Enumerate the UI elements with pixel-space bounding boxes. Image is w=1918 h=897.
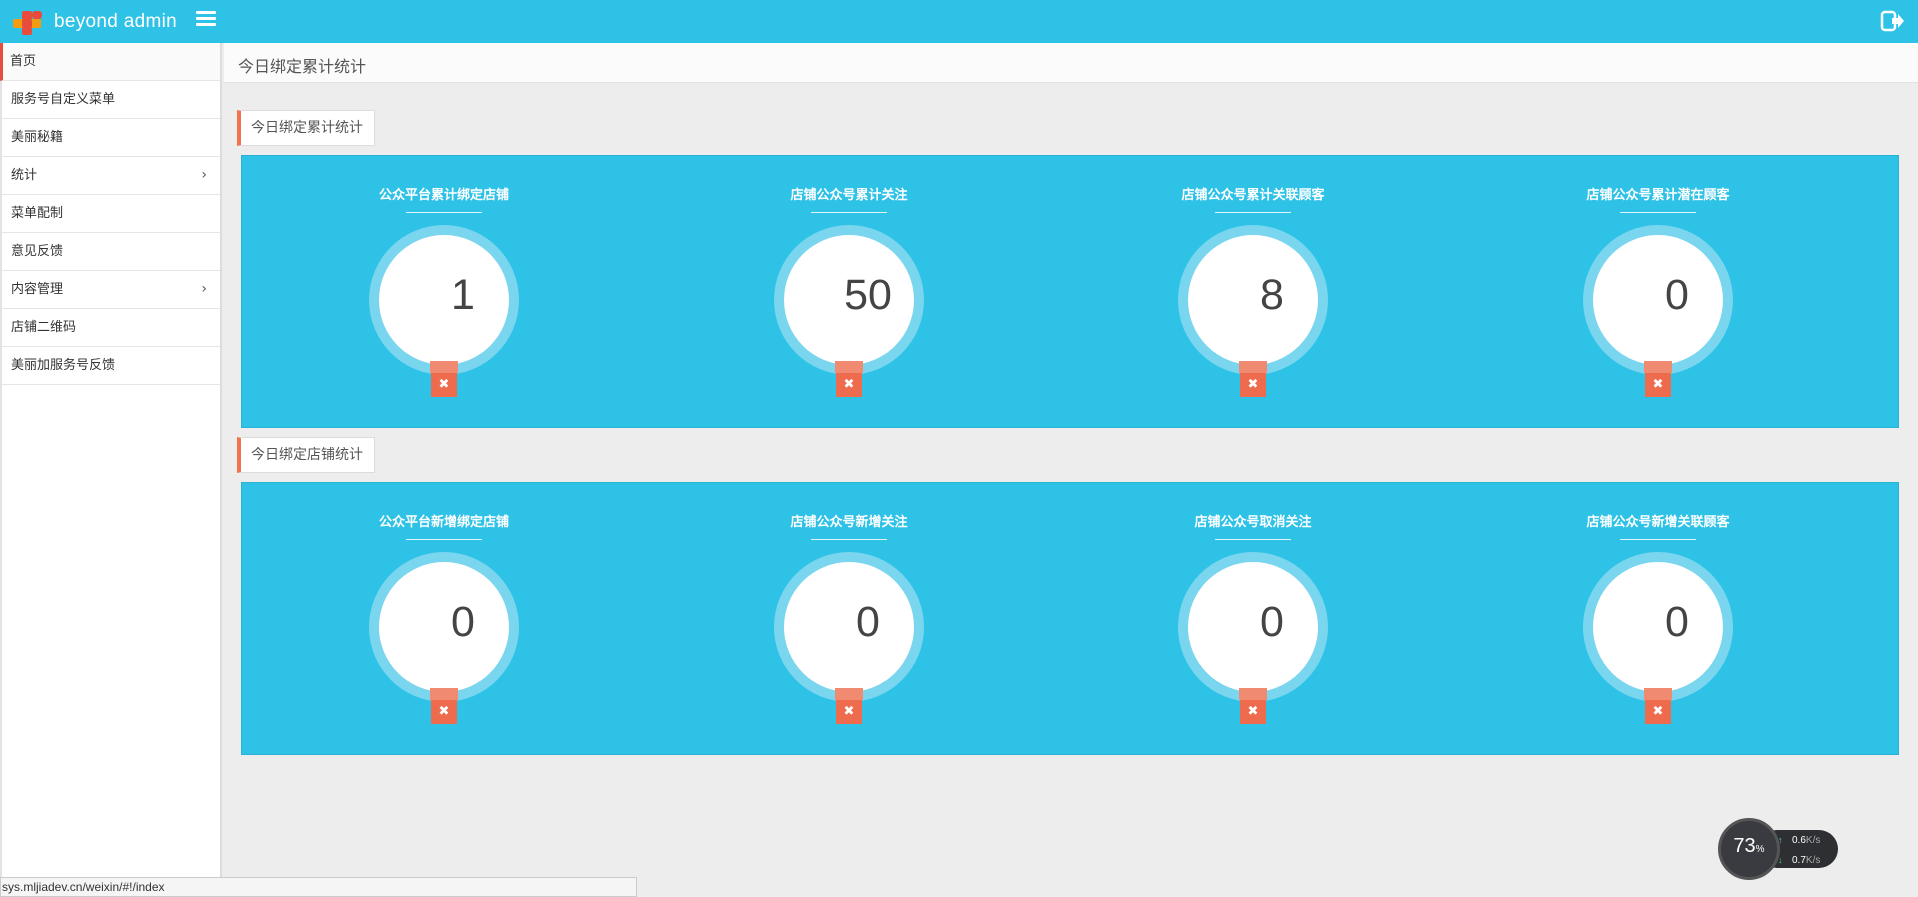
brand-name: beyond admin: [54, 10, 177, 32]
stat-ring: 0: [369, 552, 519, 702]
stat-card: 店铺公众号累计关联顾客 8 ✖: [1051, 156, 1455, 429]
stat-card: 公众平台新增绑定店铺 0 ✖: [242, 483, 646, 756]
stat-label: 店铺公众号新增关注: [790, 515, 908, 530]
divider: [1620, 212, 1696, 213]
sidebar-item-menu-config[interactable]: 菜单配制: [2, 195, 220, 233]
stat-card: 店铺公众号累计关注 50 ✖: [647, 156, 1051, 429]
divider: [406, 539, 482, 540]
menu-toggle-icon[interactable]: [196, 11, 216, 31]
stats-panel-store: 公众平台新增绑定店铺 0 ✖ 店铺公众号新增关注 0 ✖ 店铺公众号取消关注 0…: [241, 482, 1899, 755]
stat-value: 0: [856, 598, 880, 646]
stat-value: 0: [1665, 271, 1689, 319]
stat-card: 店铺公众号取消关注 0 ✖: [1051, 483, 1455, 756]
sidebar-item-label: 服务号自定义菜单: [11, 92, 116, 107]
stat-label: 店铺公众号累计潜在顾客: [1586, 188, 1730, 203]
download-speed: ↓ 0.7K/s: [1778, 855, 1821, 866]
stat-label: 公众平台新增绑定店铺: [378, 515, 509, 530]
stat-value: 1: [451, 271, 475, 319]
cpu-gauge: 73%: [1718, 818, 1780, 880]
stat-value: 0: [451, 598, 475, 646]
close-icon[interactable]: ✖: [1645, 373, 1671, 397]
chevron-right-icon: ›: [201, 281, 207, 297]
divider: [406, 212, 482, 213]
sidebar: 首页 服务号自定义菜单 美丽秘籍 统计 › 菜单配制 意见反馈 内容管理 › 店铺二…: [0, 43, 222, 897]
stat-ring: 0: [1583, 225, 1733, 375]
sidebar-item-content-management[interactable]: 内容管理 ›: [2, 271, 220, 309]
brand-logo-link[interactable]: beyond admin: [10, 5, 177, 38]
stat-value: 0: [1260, 598, 1284, 646]
plus-logo-icon: [10, 7, 46, 37]
stat-ring: 50: [774, 225, 924, 375]
stat-card: 店铺公众号累计潜在顾客 0 ✖: [1456, 156, 1860, 429]
sidebar-item-beauty-tips[interactable]: 美丽秘籍: [2, 119, 220, 157]
stat-ring: 1: [369, 225, 519, 375]
upload-speed: ↑ 0.6K/s: [1778, 835, 1821, 846]
stat-card: 公众平台累计绑定店铺 1 ✖: [242, 156, 646, 429]
close-icon[interactable]: ✖: [836, 700, 862, 724]
sidebar-item-label: 首页: [10, 54, 37, 69]
stat-value: 8: [1260, 271, 1284, 319]
sidebar-item-service-menu[interactable]: 服务号自定义菜单: [2, 81, 220, 119]
stat-value: 0: [1665, 598, 1689, 646]
sidebar-item-store-qrcode[interactable]: 店铺二维码: [2, 309, 220, 347]
divider: [1215, 212, 1291, 213]
sidebar-item-label: 内容管理: [11, 282, 64, 297]
stats-panel-cumulative: 公众平台累计绑定店铺 1 ✖ 店铺公众号累计关注 50 ✖ 店铺公众号累计关联顾…: [241, 155, 1899, 428]
divider: [1215, 539, 1291, 540]
sidebar-item-feedback[interactable]: 意见反馈: [2, 233, 220, 271]
divider: [1620, 539, 1696, 540]
stat-ring: 0: [1178, 552, 1328, 702]
stat-card: 店铺公众号新增关注 0 ✖: [647, 483, 1051, 756]
sidebar-item-service-feedback[interactable]: 美丽加服务号反馈: [2, 347, 220, 385]
stat-ring: 8: [1178, 225, 1328, 375]
stat-label: 公众平台累计绑定店铺: [378, 188, 509, 203]
divider: [811, 212, 887, 213]
section-tab-cumulative[interactable]: 今日绑定累计统计: [237, 110, 375, 146]
stat-label: 店铺公众号取消关注: [1194, 515, 1312, 530]
section-tab-label: 今日绑定累计统计: [251, 120, 363, 136]
stat-card: 店铺公众号新增关联顾客 0 ✖: [1456, 483, 1860, 756]
logout-icon[interactable]: [1880, 9, 1904, 33]
top-navbar: beyond admin: [0, 0, 1918, 43]
stat-label: 店铺公众号累计关联顾客: [1181, 188, 1325, 203]
close-icon[interactable]: ✖: [431, 373, 457, 397]
sidebar-item-label: 菜单配制: [11, 206, 64, 221]
sidebar-item-label: 美丽加服务号反馈: [11, 358, 116, 373]
close-icon[interactable]: ✖: [1240, 373, 1266, 397]
page-title: 今日绑定累计统计: [238, 57, 367, 76]
status-bar-url: sys.mljiadev.cn/weixin/#!/index: [0, 877, 637, 897]
chevron-right-icon: ›: [201, 167, 207, 183]
divider: [811, 539, 887, 540]
sidebar-item-label: 意见反馈: [11, 244, 64, 259]
page-header: 今日绑定累计统计: [224, 43, 1918, 83]
cpu-percent: 73: [1733, 835, 1756, 857]
close-icon[interactable]: ✖: [1645, 700, 1671, 724]
sidebar-item-statistics[interactable]: 统计 ›: [2, 157, 220, 195]
sidebar-item-home[interactable]: 首页: [0, 43, 220, 81]
close-icon[interactable]: ✖: [431, 700, 457, 724]
stat-label: 店铺公众号新增关联顾客: [1586, 515, 1730, 530]
net-speed-widget[interactable]: 73% ↑ 0.6K/s ↓ 0.7K/s: [1718, 818, 1840, 880]
sidebar-item-label: 美丽秘籍: [11, 130, 64, 145]
stat-label: 店铺公众号累计关注: [790, 188, 908, 203]
close-icon[interactable]: ✖: [1240, 700, 1266, 724]
section-tab-label: 今日绑定店铺统计: [251, 447, 363, 463]
stat-ring: 0: [774, 552, 924, 702]
arrow-up-icon: ↑: [1778, 835, 1783, 845]
stat-value: 50: [844, 271, 892, 319]
stat-ring: 0: [1583, 552, 1733, 702]
sidebar-item-label: 店铺二维码: [11, 320, 77, 335]
sidebar-item-label: 统计: [11, 168, 38, 183]
section-tab-store[interactable]: 今日绑定店铺统计: [237, 437, 375, 473]
close-icon[interactable]: ✖: [836, 373, 862, 397]
arrow-down-icon: ↓: [1778, 855, 1783, 865]
